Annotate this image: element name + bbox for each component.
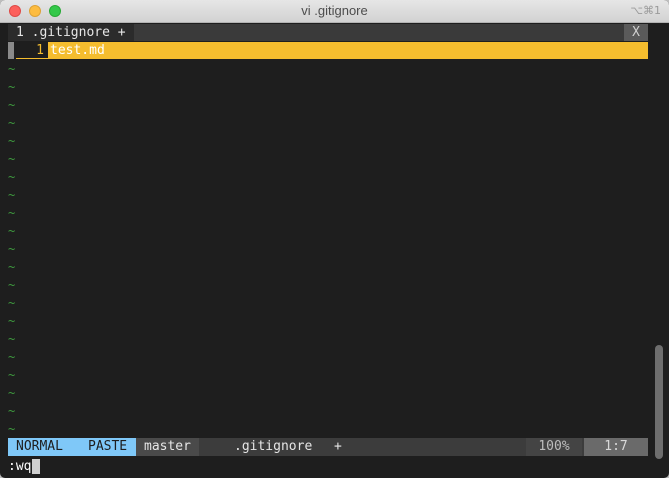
scrollbar[interactable] bbox=[655, 345, 663, 459]
terminal-window: vi .gitignore ⌥⌘1 1 .gitignore + X 1 tes… bbox=[0, 0, 669, 478]
empty-line-marker: ~ bbox=[8, 134, 16, 148]
window-title: vi .gitignore bbox=[301, 3, 368, 18]
command-text: :wq bbox=[8, 459, 32, 474]
empty-line-marker: ~ bbox=[8, 152, 16, 166]
line-number: 1 bbox=[36, 43, 44, 58]
empty-line-marker: ~ bbox=[8, 332, 16, 346]
empty-line-marker: ~ bbox=[8, 206, 16, 220]
window-shortcut: ⌥⌘1 bbox=[630, 4, 661, 17]
empty-line-marker: ~ bbox=[8, 260, 16, 274]
empty-line-marker: ~ bbox=[8, 386, 16, 400]
empty-line-marker: ~ bbox=[8, 350, 16, 364]
empty-line-marker: ~ bbox=[8, 278, 16, 292]
empty-line-marker: ~ bbox=[8, 62, 16, 76]
empty-line-marker: ~ bbox=[8, 404, 16, 418]
paste-label: PASTE bbox=[88, 439, 128, 454]
mode-indicator: NORMAL PASTE bbox=[8, 438, 136, 456]
cursor-position: 1:7 bbox=[584, 438, 648, 456]
empty-line-marker: ~ bbox=[8, 224, 16, 238]
tab-close-button[interactable]: X bbox=[624, 24, 648, 41]
empty-line-marker: ~ bbox=[8, 314, 16, 328]
modified-flag: + bbox=[334, 439, 342, 454]
empty-line-marker: ~ bbox=[8, 368, 16, 382]
empty-line-marker: ~ bbox=[8, 188, 16, 202]
git-branch: master bbox=[136, 438, 199, 456]
empty-line-marker: ~ bbox=[8, 116, 16, 130]
cursorline-number-underline bbox=[16, 58, 48, 59]
sign-column-marker bbox=[8, 42, 14, 59]
command-line[interactable]: :wq bbox=[8, 458, 41, 475]
text-cursor bbox=[32, 459, 41, 474]
vim-statusline: NORMAL PASTE master .gitignore + 100% 1:… bbox=[8, 438, 648, 456]
buffer-line[interactable]: 1 test.md bbox=[8, 42, 648, 59]
vim-tabline: 1 .gitignore + X bbox=[8, 24, 648, 41]
line-text[interactable]: test.md bbox=[50, 42, 105, 59]
empty-line-marker: ~ bbox=[8, 296, 16, 310]
empty-line-marker: ~ bbox=[8, 422, 16, 436]
empty-line-marker: ~ bbox=[8, 170, 16, 184]
empty-line-marker: ~ bbox=[8, 242, 16, 256]
empty-line-marker: ~ bbox=[8, 80, 16, 94]
title-bar[interactable]: vi .gitignore ⌥⌘1 bbox=[0, 0, 669, 23]
empty-line-marker: ~ bbox=[8, 98, 16, 112]
mode-label: NORMAL bbox=[16, 439, 63, 454]
file-name: .gitignore bbox=[234, 439, 313, 454]
tab-gitignore[interactable]: 1 .gitignore + bbox=[8, 24, 134, 41]
scroll-percent: 100% bbox=[526, 438, 582, 456]
